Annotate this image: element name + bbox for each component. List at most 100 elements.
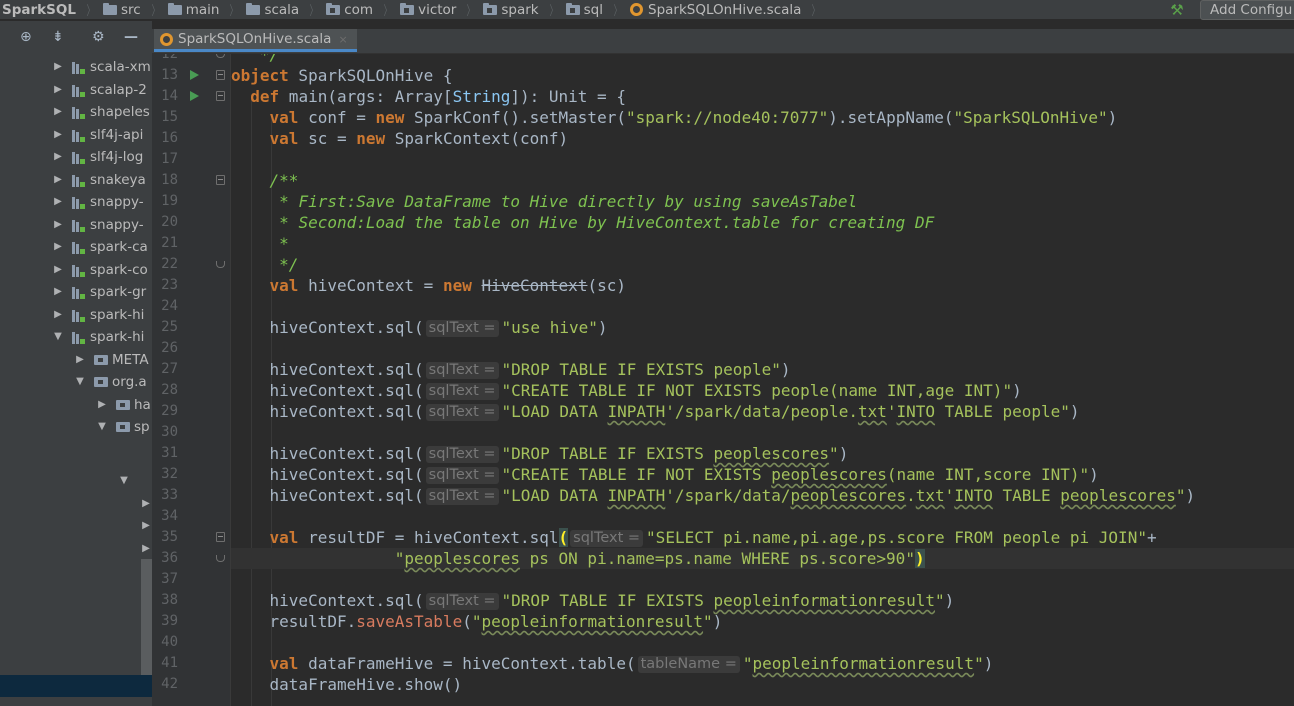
fold-marker-icon[interactable] [216,532,225,542]
code-line-18[interactable]: /** [231,170,1294,191]
breadcrumb-spark[interactable]: spark [479,0,540,20]
gutter-line[interactable]: 35 [152,527,232,548]
code-line-42[interactable]: dataFrameHive.show() [231,674,1294,695]
gutter-line[interactable]: 31 [152,443,232,464]
code-line-28[interactable]: hiveContext.sql(sqlText = "CREATE TABLE I… [231,380,1294,401]
gutter-line[interactable]: 20 [152,212,232,233]
tree-item[interactable]: ▶ scalap-2 [0,79,152,101]
breadcrumb-file[interactable]: SparkSQLOnHive.scala [626,0,803,20]
gutter-line[interactable]: 21 [152,233,232,254]
code-editor[interactable]: */ object SparkSQLOnHive { def main(args… [231,54,1294,706]
tree-item[interactable]: ▶ spark-hi [0,304,152,326]
tree-item[interactable]: ▶ spark-co [0,259,152,281]
code-line-22[interactable]: */ [231,254,1294,275]
gutter-line[interactable]: 42 [152,674,232,695]
gutter-line[interactable]: 18 [152,170,232,191]
breadcrumb-sql[interactable]: sql [562,0,605,20]
tree-item[interactable]: ▼ org.a [0,371,152,393]
collapse-arrow-icon[interactable]: ▶ [140,538,152,560]
collapse-arrow-icon[interactable]: ▶ [140,493,152,515]
tree-item[interactable]: ▶ snakeya [0,169,152,191]
collapse-arrow-icon[interactable]: ▶ [52,281,64,303]
fold-marker-icon[interactable] [216,175,225,185]
gutter-line[interactable]: 28 [152,380,232,401]
expand-arrow-icon[interactable]: ▼ [74,371,86,393]
tree-item[interactable]: ▶ scala-xm [0,56,152,78]
code-line-31[interactable]: hiveContext.sql(sqlText = "DROP TABLE IF … [231,443,1294,464]
code-line-23[interactable]: val hiveContext = new HiveContext(sc) [231,275,1294,296]
gutter-line[interactable]: 16 [152,128,232,149]
tab-sparksqlonhive[interactable]: SparkSQLOnHive.scala × [154,29,357,52]
code-line-25[interactable]: hiveContext.sql(sqlText = "use hive") [231,317,1294,338]
gutter-line[interactable]: 23 [152,275,232,296]
breadcrumb-main[interactable]: main [164,0,222,20]
collapse-arrow-icon[interactable]: ▶ [52,259,64,281]
gutter-line[interactable]: 30 [152,422,232,443]
gutter-line[interactable]: 32 [152,464,232,485]
tree-item[interactable]: ▼ sp [0,416,152,438]
code-line-13[interactable]: object SparkSQLOnHive { [231,65,1294,86]
fold-marker-icon[interactable] [216,91,225,101]
gutter-line[interactable]: 25 [152,317,232,338]
breadcrumb-victor[interactable]: victor [396,0,458,20]
expand-arrow-icon[interactable]: ▼ [96,416,108,438]
breadcrumb-scala[interactable]: scala [242,0,301,20]
gutter-line[interactable]: 41 [152,653,232,674]
code-line-12[interactable]: */ [231,54,1294,65]
code-line-35[interactable]: val resultDF = hiveContext.sql(sqlText =… [231,527,1294,548]
code-line-20[interactable]: * Second:Load the table on Hive by HiveC… [231,212,1294,233]
collapse-arrow-icon[interactable]: ▶ [52,236,64,258]
fold-marker-icon[interactable] [216,555,225,562]
fold-marker-icon[interactable] [216,261,225,268]
tree-item[interactable]: ▶ shapeles [0,101,152,123]
gutter-line[interactable]: 37 [152,569,232,590]
code-line-14[interactable]: def main(args: Array[String]): Unit = { [231,86,1294,107]
tree-item[interactable]: ▶ spark-ca [0,236,152,258]
hide-minus-icon[interactable]: — [124,29,138,45]
collapse-arrow-icon[interactable]: ▶ [52,304,64,326]
collapse-arrow-icon[interactable]: ▶ [52,191,64,213]
gutter-line[interactable]: 17 [152,149,232,170]
code-line-27[interactable]: hiveContext.sql(sqlText = "DROP TABLE IF … [231,359,1294,380]
code-line-15[interactable]: val conf = new SparkConf().setMaster("sp… [231,107,1294,128]
gutter-line[interactable]: 12 [152,54,232,65]
breadcrumb-project[interactable]: SparkSQL [0,0,78,20]
code-line-39[interactable]: resultDF.saveAsTable("peopleinformationr… [231,611,1294,632]
code-line-29[interactable]: hiveContext.sql(sqlText = "LOAD DATA INPA… [231,401,1294,422]
target-scroll-from-source-icon[interactable]: ⊕ [20,29,32,45]
run-gutter-icon[interactable] [190,70,199,80]
collapse-arrow-icon[interactable]: ▶ [52,169,64,191]
build-hammer-icon[interactable]: ⚒ [1166,0,1188,20]
gutter-line[interactable]: 36 [152,548,232,569]
tree-item[interactable]: ▼ spark-hi [0,326,152,348]
fold-marker-icon[interactable] [216,54,225,58]
gutter-line[interactable]: 40 [152,632,232,653]
breadcrumb-src[interactable]: src [99,0,143,20]
collapse-arrow-icon[interactable]: ▶ [52,214,64,236]
code-line-41[interactable]: val dataFrameHive = hiveContext.table(ta… [231,653,1294,674]
run-gutter-icon[interactable] [190,91,199,101]
gutter-line[interactable]: 33 [152,485,232,506]
gutter-line[interactable]: 24 [152,296,232,317]
tree-item[interactable]: ▶ spark-gr [0,281,152,303]
gear-icon[interactable]: ⚙ [92,29,105,45]
add-configuration-button[interactable]: Add Configu [1200,0,1294,20]
tree-item[interactable]: ▶ slf4j-api [0,124,152,146]
gutter-line[interactable]: 29 [152,401,232,422]
tree-selected-row[interactable] [0,675,152,697]
gutter-line[interactable]: 38 [152,590,232,611]
code-line-38[interactable]: hiveContext.sql(sqlText = "DROP TABLE IF … [231,590,1294,611]
gutter-line[interactable]: 34 [152,506,232,527]
breadcrumb-com[interactable]: com [322,0,375,20]
code-line-21[interactable]: * [231,233,1294,254]
gutter-line[interactable]: 19 [152,191,232,212]
collapse-arrow-icon[interactable]: ▶ [74,349,86,371]
fold-marker-icon[interactable] [216,70,225,80]
gutter-line[interactable]: 27 [152,359,232,380]
expand-arrow-icon[interactable]: ▼ [118,470,130,492]
tree-item[interactable]: ▶ snappy- [0,214,152,236]
collapse-all-icon[interactable]: ⇟ [52,29,64,45]
tree-item[interactable]: ▶ slf4j-log [0,146,152,168]
gutter-line[interactable]: 15 [152,107,232,128]
gutter-line[interactable]: 39 [152,611,232,632]
